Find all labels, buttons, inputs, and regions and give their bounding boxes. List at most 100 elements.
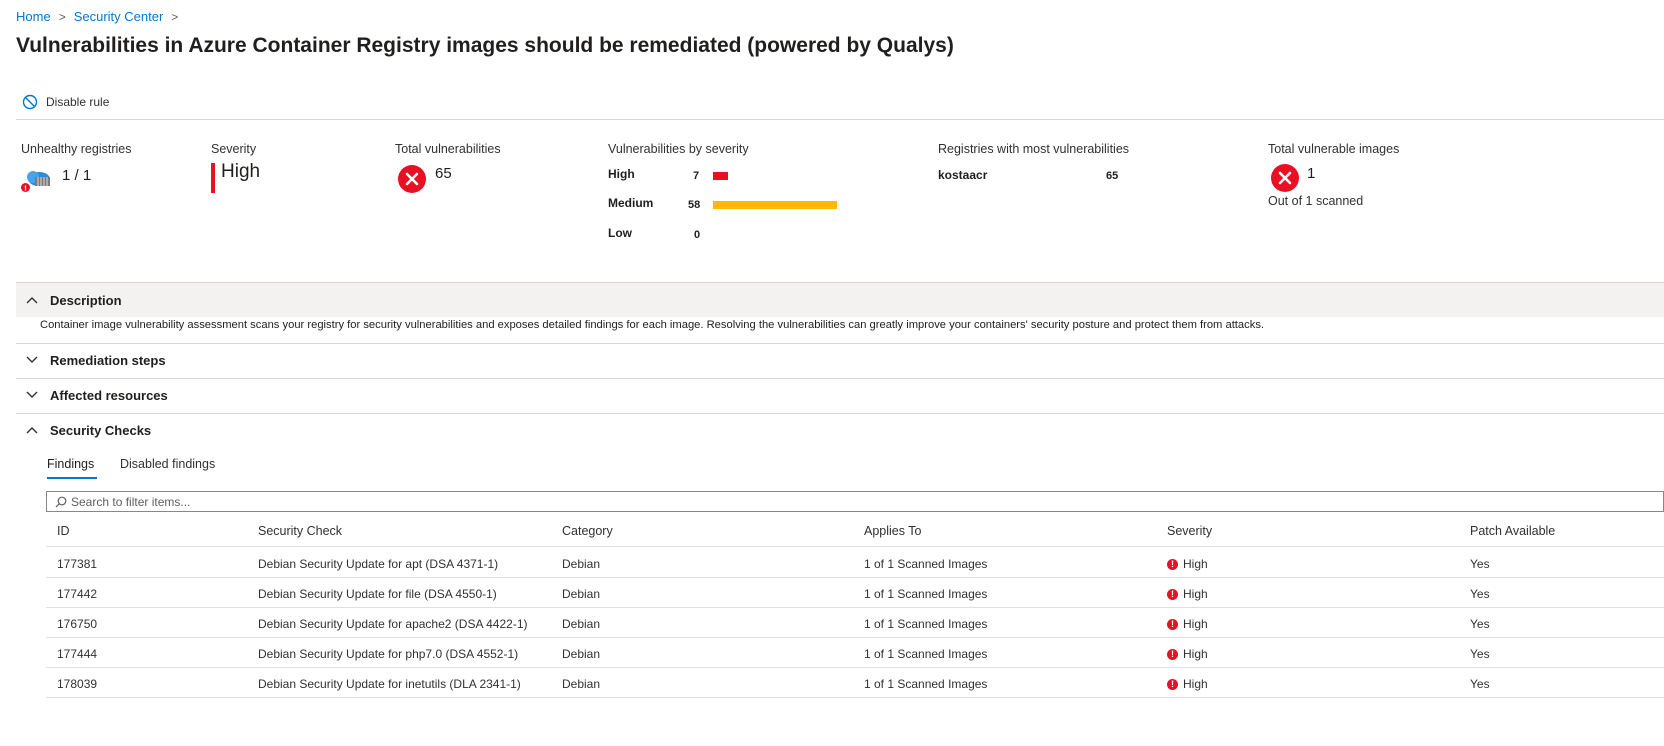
cell-category: Debian bbox=[562, 557, 601, 571]
cell-applies-to: 1 of 1 Scanned Images bbox=[864, 677, 988, 691]
vulnerabilities-by-severity-label: Vulnerabilities by severity bbox=[608, 142, 749, 156]
breadcrumb-security-center[interactable]: Security Center bbox=[74, 9, 164, 24]
cell-security-check[interactable]: Debian Security Update for apt (DSA 4371… bbox=[258, 557, 498, 571]
cell-patch-available: Yes bbox=[1470, 587, 1490, 601]
severity-row-medium-bar bbox=[713, 201, 837, 209]
total-vulnerabilities-label: Total vulnerabilities bbox=[395, 142, 501, 156]
svg-text:!: ! bbox=[24, 185, 27, 193]
cell-severity: ! High bbox=[1167, 647, 1208, 661]
table-row-divider bbox=[46, 667, 1664, 668]
cell-severity-label: High bbox=[1183, 677, 1208, 691]
cell-security-check[interactable]: Debian Security Update for php7.0 (DSA 4… bbox=[258, 647, 518, 661]
error-dot-icon: ! bbox=[1167, 679, 1178, 691]
cell-severity-label: High bbox=[1183, 617, 1208, 631]
registries-most-label: Registries with most vulnerabilities bbox=[938, 142, 1130, 156]
cell-id[interactable]: 178039 bbox=[57, 677, 97, 691]
column-header-patch-available[interactable]: Patch Available bbox=[1470, 524, 1555, 538]
cell-category: Debian bbox=[562, 647, 601, 661]
tab-disabled-findings[interactable]: Disabled findings bbox=[120, 457, 215, 471]
column-header-applies-to[interactable]: Applies To bbox=[864, 524, 921, 538]
table-row-divider bbox=[46, 607, 1664, 608]
cell-security-check[interactable]: Debian Security Update for file (DSA 455… bbox=[258, 587, 497, 601]
cell-severity: ! High bbox=[1167, 677, 1208, 691]
table-row-divider bbox=[46, 637, 1664, 638]
chevron-down-icon bbox=[26, 391, 38, 398]
cell-category: Debian bbox=[562, 587, 601, 601]
severity-row-medium-count: 58 bbox=[688, 199, 701, 211]
tab-findings-underline bbox=[47, 477, 97, 479]
severity-row-low-count: 0 bbox=[694, 229, 701, 241]
disable-icon bbox=[22, 94, 38, 110]
section-security-checks-header[interactable]: Security Checks bbox=[16, 413, 1664, 447]
table-row-divider bbox=[46, 577, 1664, 578]
total-vulnerable-images-sub: Out of 1 scanned bbox=[1268, 194, 1364, 208]
column-header-security-check[interactable]: Security Check bbox=[258, 524, 342, 538]
cell-id[interactable]: 176750 bbox=[57, 617, 97, 631]
search-icon bbox=[55, 496, 67, 507]
severity-row-high-label: High bbox=[608, 167, 635, 181]
description-text: Container image vulnerability assessment… bbox=[40, 319, 1265, 331]
cell-applies-to: 1 of 1 Scanned Images bbox=[864, 617, 988, 631]
severity-label: Severity bbox=[211, 142, 257, 156]
cell-patch-available: Yes bbox=[1470, 557, 1490, 571]
total-vulnerable-images-label: Total vulnerable images bbox=[1268, 142, 1400, 156]
section-description-header[interactable]: Description bbox=[16, 283, 1664, 317]
section-description-title: Description bbox=[50, 292, 122, 308]
table-row-divider bbox=[46, 697, 1664, 698]
section-remediation-header[interactable]: Remediation steps bbox=[16, 343, 1664, 377]
cell-applies-to: 1 of 1 Scanned Images bbox=[864, 647, 988, 661]
error-circle-icon bbox=[398, 165, 426, 193]
cell-security-check[interactable]: Debian Security Update for apache2 (DSA … bbox=[258, 617, 528, 631]
tab-findings[interactable]: Findings bbox=[47, 457, 94, 471]
section-remediation-title: Remediation steps bbox=[50, 352, 166, 368]
registry-count: 65 bbox=[1106, 170, 1119, 182]
total-vulnerabilities-value: 65 bbox=[435, 165, 452, 182]
severity-indicator-bar bbox=[211, 163, 215, 193]
chevron-up-icon bbox=[26, 427, 38, 434]
breadcrumb-home[interactable]: Home bbox=[16, 9, 51, 24]
severity-row-high-count: 7 bbox=[693, 170, 700, 182]
cell-applies-to: 1 of 1 Scanned Images bbox=[864, 587, 988, 601]
chevron-up-icon bbox=[26, 297, 38, 304]
chevron-down-icon bbox=[26, 356, 38, 363]
cell-security-check[interactable]: Debian Security Update for inetutils (DL… bbox=[258, 677, 521, 691]
severity-row-medium-label: Medium bbox=[608, 196, 654, 210]
breadcrumb: Home > Security Center > bbox=[16, 9, 186, 24]
cell-patch-available: Yes bbox=[1470, 647, 1490, 661]
cell-id[interactable]: 177381 bbox=[57, 557, 97, 571]
section-affected-title: Affected resources bbox=[50, 387, 168, 403]
error-dot-icon: ! bbox=[1167, 589, 1178, 601]
disable-rule-button[interactable]: Disable rule bbox=[22, 94, 109, 110]
search-input[interactable] bbox=[67, 494, 571, 509]
registry-cloud-icon: ! bbox=[21, 171, 50, 193]
severity-row-low-label: Low bbox=[608, 226, 632, 240]
search-box[interactable] bbox=[46, 491, 1664, 512]
error-dot-icon: ! bbox=[1167, 649, 1178, 661]
column-header-id[interactable]: ID bbox=[57, 524, 70, 538]
table-header-divider bbox=[46, 546, 1664, 547]
section-affected-header[interactable]: Affected resources bbox=[16, 378, 1664, 412]
error-dot-icon: ! bbox=[1167, 559, 1178, 571]
column-header-category[interactable]: Category bbox=[562, 524, 613, 538]
cell-patch-available: Yes bbox=[1470, 617, 1490, 631]
cell-severity: ! High bbox=[1167, 617, 1208, 631]
error-dot-icon: ! bbox=[1167, 619, 1178, 631]
cell-severity-label: High bbox=[1183, 587, 1208, 601]
severity-row-high-bar bbox=[713, 172, 728, 180]
cell-severity: ! High bbox=[1167, 587, 1208, 601]
registry-name[interactable]: kostaacr bbox=[938, 168, 987, 182]
section-security-checks-title: Security Checks bbox=[50, 422, 152, 438]
cell-id[interactable]: 177442 bbox=[57, 587, 97, 601]
error-circle-icon bbox=[1271, 164, 1299, 192]
chevron-right-icon: > bbox=[171, 9, 179, 24]
cell-id[interactable]: 177444 bbox=[57, 647, 97, 661]
cell-severity: ! High bbox=[1167, 557, 1208, 571]
cell-category: Debian bbox=[562, 617, 601, 631]
cell-severity-label: High bbox=[1183, 557, 1208, 571]
page-title: Vulnerabilities in Azure Container Regis… bbox=[16, 34, 954, 57]
total-vulnerable-images-value: 1 bbox=[1307, 165, 1316, 182]
cell-category: Debian bbox=[562, 677, 601, 691]
column-header-severity[interactable]: Severity bbox=[1167, 524, 1212, 538]
unhealthy-registries-label: Unhealthy registries bbox=[21, 142, 132, 156]
cell-applies-to: 1 of 1 Scanned Images bbox=[864, 557, 988, 571]
